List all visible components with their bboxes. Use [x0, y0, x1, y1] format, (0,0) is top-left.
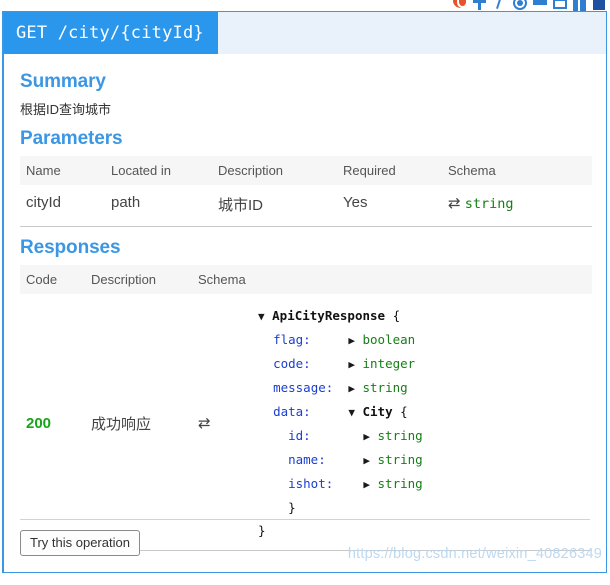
schema-brace: {: [392, 308, 401, 323]
responses-header-row: Code Description Schema: [20, 265, 592, 294]
schema-model-name: ApiCityResponse: [272, 308, 386, 323]
circle-target-icon[interactable]: [513, 0, 527, 11]
param-schema-type: string: [464, 196, 514, 212]
operation-footer: Try this operation: [4, 519, 606, 572]
param-col-schema: Schema: [442, 156, 592, 185]
table-row: 200 成功响应 ⇄ ▼ ApiCityResponse { flag: ▶ b…: [20, 294, 592, 551]
operation-body: Summary 根据ID查询城市 Parameters Name Located…: [4, 54, 606, 551]
resp-col-schema: Schema: [192, 265, 592, 294]
response-schema-toggle-cell: ⇄: [192, 294, 252, 551]
schema-key: data:: [273, 404, 311, 419]
param-required: Yes: [337, 185, 442, 227]
schema-key: name:: [288, 452, 326, 467]
footer-divider: [20, 519, 590, 520]
exchange-icon[interactable]: ⇄: [448, 194, 461, 212]
param-col-required: Required: [337, 156, 442, 185]
param-name[interactable]: cityId: [20, 185, 105, 227]
chevron-right-icon[interactable]: ▶: [348, 382, 355, 395]
schema-tree-row: message: ▶ string: [258, 376, 588, 400]
browser-toolbar-strip: [0, 0, 610, 11]
schema-value-type: string: [377, 476, 423, 491]
response-code-cell: 200: [20, 294, 85, 551]
schema-tree-row: id: ▶ string: [258, 424, 588, 448]
parameters-header-row: Name Located in Description Required Sch…: [20, 156, 592, 185]
schema-tree-row: ▼ ApiCityResponse {: [258, 304, 588, 328]
summary-heading: Summary: [20, 71, 106, 92]
api-operation-card: GET /city/{cityId} Summary 根据ID查询城市 Para…: [2, 11, 607, 573]
param-col-description: Description: [212, 156, 337, 185]
schema-tree-row: ishot: ▶ string: [258, 472, 588, 496]
schema-value-type: integer: [362, 356, 416, 371]
chevron-right-icon[interactable]: ▶: [348, 358, 355, 371]
chevron-right-icon[interactable]: ▶: [363, 454, 370, 467]
schema-value-type: string: [362, 380, 408, 395]
summary-description: 根据ID查询城市: [20, 102, 112, 117]
param-col-located-in: Located in: [105, 156, 212, 185]
try-this-operation-button[interactable]: Try this operation: [20, 530, 140, 556]
responses-heading: Responses: [20, 237, 121, 258]
square-icon[interactable]: [593, 0, 606, 11]
response-description: 成功响应: [85, 294, 192, 551]
schema-key: message:: [273, 380, 334, 395]
resp-col-description: Description: [85, 265, 192, 294]
schema-value-type: string: [377, 452, 423, 467]
param-col-name: Name: [20, 156, 105, 185]
operation-method-path-tab[interactable]: GET /city/{cityId}: [4, 12, 218, 54]
param-schema-cell: ⇄ string: [442, 185, 592, 227]
chevron-down-icon[interactable]: ▼: [348, 406, 355, 419]
book-icon[interactable]: [573, 0, 586, 11]
schema-tree-row: code: ▶ integer: [258, 352, 588, 376]
opera-logo-icon[interactable]: [453, 0, 468, 11]
plus-icon[interactable]: [473, 0, 486, 11]
schema-key: flag:: [273, 332, 311, 347]
schema-tree-row: }: [258, 496, 588, 519]
schema-value-type: boolean: [362, 332, 416, 347]
param-located-in: path: [105, 185, 212, 227]
folder-icon[interactable]: [553, 0, 567, 11]
chevron-right-icon[interactable]: ▶: [348, 334, 355, 347]
schema-key: code:: [273, 356, 311, 371]
schema-model-name: City: [362, 404, 393, 419]
operation-header-bar: GET /city/{cityId}: [4, 12, 606, 54]
funnel-icon[interactable]: [533, 0, 547, 11]
exchange-icon[interactable]: ⇄: [198, 414, 211, 432]
chevron-right-icon[interactable]: ▶: [363, 430, 370, 443]
schema-key: ishot:: [288, 476, 334, 491]
responses-table: Code Description Schema 200 成功响应 ⇄ ▼ Api…: [20, 265, 592, 551]
resp-col-code: Code: [20, 265, 85, 294]
status-badge: 200: [26, 414, 52, 432]
chevron-down-icon[interactable]: ▼: [258, 310, 265, 323]
schema-value-type: string: [377, 428, 423, 443]
chevron-right-icon[interactable]: ▶: [363, 478, 370, 491]
schema-key: id:: [288, 428, 311, 443]
schema-brace: }: [288, 500, 296, 515]
response-schema-cell: ▼ ApiCityResponse { flag: ▶ boolean code…: [252, 294, 592, 551]
slash-icon[interactable]: [493, 0, 506, 11]
table-row: cityId path 城市ID Yes ⇄ string: [20, 185, 592, 227]
schema-tree: ▼ ApiCityResponse { flag: ▶ boolean code…: [258, 304, 588, 542]
parameters-heading: Parameters: [20, 128, 123, 149]
schema-brace: {: [400, 404, 408, 419]
schema-tree-row: name: ▶ string: [258, 448, 588, 472]
schema-tree-row: flag: ▶ boolean: [258, 328, 588, 352]
schema-tree-row: data: ▼ City {: [258, 400, 588, 424]
parameters-table: Name Located in Description Required Sch…: [20, 156, 592, 227]
param-description: 城市ID: [212, 185, 337, 227]
